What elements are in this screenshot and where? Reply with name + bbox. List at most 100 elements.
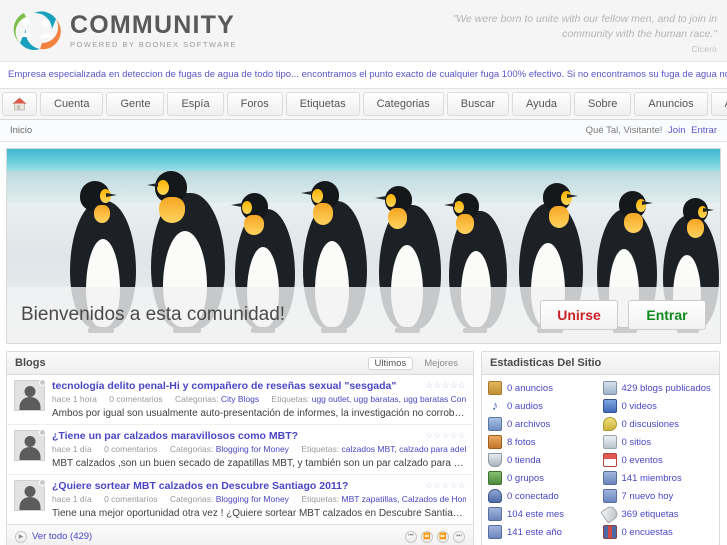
blog-time: hace 1 día <box>52 444 92 454</box>
cart-icon <box>488 453 502 467</box>
nav-item-cuenta[interactable]: Cuenta <box>40 92 104 116</box>
nav-item-buscar[interactable]: Buscar <box>446 92 510 116</box>
nav-item-home[interactable] <box>2 92 37 116</box>
pager-next-button[interactable]: ⏩ <box>437 530 449 543</box>
blog-list-item[interactable]: tecnología delito penal-Hi y compañero d… <box>7 375 473 425</box>
site-icon <box>602 435 617 449</box>
nav-item-articulos[interactable]: Articulos <box>710 92 727 116</box>
banner-join-button[interactable]: Unirse <box>540 300 618 330</box>
briefcase-icon <box>488 381 502 395</box>
stat-sitios[interactable]: 0 sitios <box>602 435 714 449</box>
avatar[interactable] <box>14 479 46 511</box>
blog-category-link[interactable]: City Blogs <box>221 394 259 404</box>
members-icon <box>488 507 502 521</box>
status-dot <box>39 379 46 386</box>
avatar[interactable] <box>14 379 46 411</box>
stat-este-ano[interactable]: 141 este año <box>488 525 599 539</box>
main-content: Blogs Ultimos Mejores tecnología delito … <box>6 351 721 545</box>
blog-excerpt: Tiene una mejor oportunidad otra vez ! ¿… <box>52 508 466 519</box>
join-link[interactable]: Join <box>668 125 685 136</box>
blog-list-item[interactable]: ¿Tiene un par calzados maravillosos como… <box>7 425 473 475</box>
stat-eventos[interactable]: 0 eventos <box>602 453 714 467</box>
nav-item-categorias[interactable]: Categorias <box>362 92 444 116</box>
stat-tienda[interactable]: 0 tienda <box>488 453 599 467</box>
blog-tags-label: Etiquetas: <box>301 444 340 454</box>
blog-tags-links[interactable]: MBT zapatillas, Calzados de Hombre MBT, … <box>342 494 467 504</box>
blog-meta: hace 1 día 0 comentarios Categorias: Blo… <box>52 444 466 454</box>
blog-meta: hace 1 día 0 comentarios Categorias: Blo… <box>52 494 466 504</box>
rating-stars[interactable]: ☆☆☆☆☆ <box>425 380 466 391</box>
play-icon: ▶ <box>15 530 27 543</box>
stat-archivos[interactable]: 0 archivos <box>488 417 599 431</box>
tab-ultimos[interactable]: Ultimos <box>367 356 414 370</box>
members-icon <box>488 525 502 539</box>
stat-este-mes[interactable]: 104 este mes <box>488 507 599 521</box>
stat-grupos[interactable]: 0 grupos <box>488 471 599 485</box>
stat-videos[interactable]: 0 videos <box>602 399 714 413</box>
site-stats-panel: Estadisticas Del Sitio 0 anuncios 429 bl… <box>481 351 720 545</box>
blog-tags-links[interactable]: calzados MBT, calzado para adelgazar, to… <box>342 444 467 454</box>
stat-encuestas[interactable]: 0 encuestas <box>602 525 714 539</box>
stat-fotos[interactable]: 8 fotos <box>488 435 599 449</box>
banner-caption: Bienvenidos a esta comunidad! <box>21 304 286 325</box>
blogs-pager: ⏮ ⏪ ⏩ ⏭ <box>405 530 465 543</box>
speech-icon <box>602 417 617 431</box>
blog-tags-label: Etiquetas: <box>301 494 340 504</box>
stat-label: 0 conectado <box>507 490 559 502</box>
tag-icon <box>599 504 620 524</box>
calendar-icon <box>602 453 617 467</box>
greeting-text: Qué Tal, Visitante! <box>585 125 663 136</box>
login-link[interactable]: Entrar <box>691 125 717 136</box>
nav-item-sobre[interactable]: Sobre <box>574 92 632 116</box>
nav-item-anuncios[interactable]: Anuncios <box>634 92 708 116</box>
stat-conectado[interactable]: 0 conectado <box>488 489 599 503</box>
right-column: Estadisticas Del Sitio 0 anuncios 429 bl… <box>481 351 720 545</box>
see-all-blogs[interactable]: ▶ Ver todo (429) <box>15 530 93 543</box>
blog-categories-label: Categorias: <box>169 444 214 454</box>
blog-title[interactable]: ¿Tiene un par calzados maravillosos como… <box>52 430 419 442</box>
stat-discusiones[interactable]: 0 discusiones <box>602 417 714 431</box>
stat-label: 0 archivos <box>507 418 551 430</box>
stat-label: 0 tienda <box>507 454 541 466</box>
pager-first-button[interactable]: ⏮ <box>405 530 417 543</box>
stat-etiquetas[interactable]: 369 etiquetas <box>599 504 714 524</box>
blog-title[interactable]: ¿Quiere sortear MBT calzados en Descubre… <box>52 480 419 492</box>
stat-audios[interactable]: ♪ 0 audios <box>488 399 599 413</box>
see-all-label: Ver todo (429) <box>32 531 93 542</box>
blogs-panel: Blogs Ultimos Mejores tecnología delito … <box>6 351 474 545</box>
breadcrumb-home[interactable]: Inicio <box>10 125 32 136</box>
stat-nuevo-hoy[interactable]: 7 nuevo hoy <box>602 489 714 503</box>
nav-item-etiquetas[interactable]: Etiquetas <box>285 92 360 116</box>
rating-stars[interactable]: ☆☆☆☆☆ <box>425 480 466 491</box>
avatar[interactable] <box>14 429 46 461</box>
blog-list-item[interactable]: ¿Quiere sortear MBT calzados en Descubre… <box>7 475 473 524</box>
blogs-panel-footer: ▶ Ver todo (429) ⏮ ⏪ ⏩ ⏭ <box>7 524 473 545</box>
blog-categories-label: Categorias: <box>169 494 214 504</box>
blog-tags-links[interactable]: ugg outlet, ugg baratas, ugg baratas Con… <box>312 394 466 404</box>
nav-item-espia[interactable]: Espía <box>167 92 224 116</box>
nav-item-gente[interactable]: Gente <box>106 92 165 116</box>
pager-last-button[interactable]: ⏭ <box>453 530 465 543</box>
tab-mejores[interactable]: Mejores <box>417 357 465 370</box>
stat-label: 0 encuestas <box>621 526 673 538</box>
quote-text: "We were born to unite with our fellow m… <box>452 13 717 41</box>
rating-stars[interactable]: ☆☆☆☆☆ <box>425 430 466 441</box>
status-dot <box>39 429 46 436</box>
person-icon <box>488 489 502 503</box>
stat-miembros[interactable]: 141 miembros <box>602 471 714 485</box>
stat-anuncios[interactable]: 0 anuncios <box>488 381 599 395</box>
blog-category-link[interactable]: Blogging for Money <box>216 444 289 454</box>
site-logo[interactable]: COMMUNITY POWERED BY BOONEX SOFTWARE <box>10 7 237 55</box>
pager-prev-button[interactable]: ⏪ <box>421 530 433 543</box>
quote-author: Cicero <box>691 45 717 55</box>
banner-login-button[interactable]: Entrar <box>628 300 706 330</box>
blog-title[interactable]: tecnología delito penal-Hi y compañero d… <box>52 380 419 392</box>
blog-category-link[interactable]: Blogging for Money <box>216 494 289 504</box>
stat-label: 0 discusiones <box>621 418 680 430</box>
nav-item-foros[interactable]: Foros <box>226 92 283 116</box>
video-icon <box>602 399 617 413</box>
left-column: Blogs Ultimos Mejores tecnología delito … <box>6 351 474 545</box>
stat-blogs[interactable]: 429 blogs publicados <box>602 381 714 395</box>
nav-item-ayuda[interactable]: Ayuda <box>512 92 572 116</box>
blog-time: hace 1 hora <box>52 394 97 404</box>
